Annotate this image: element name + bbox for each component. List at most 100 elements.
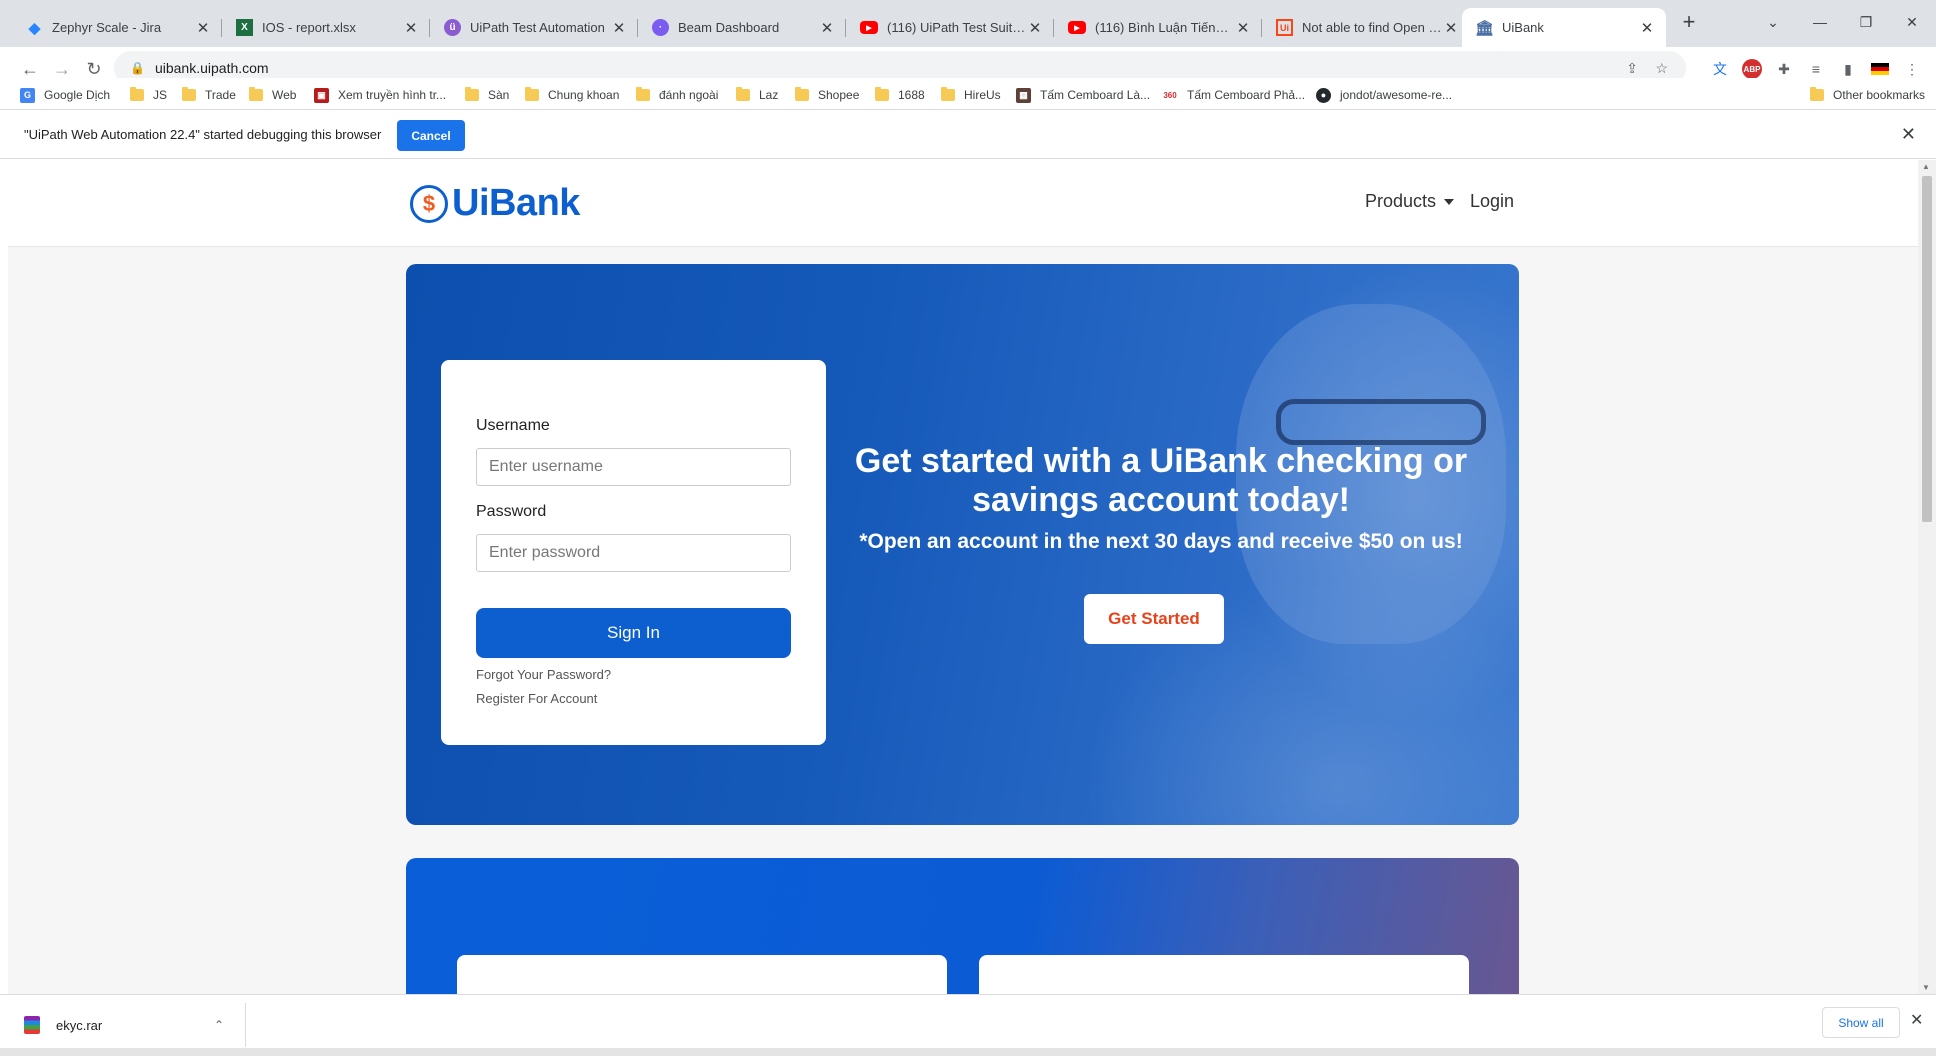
tab-title: UiPath Test Automation: [470, 20, 605, 35]
bank-icon: 🏛: [1474, 19, 1495, 37]
hero-banner: Username Enter username Password Enter p…: [406, 264, 1519, 825]
folder-icon: [182, 87, 196, 101]
nav-login-link[interactable]: Login: [1470, 191, 1514, 212]
folder-icon: [525, 87, 539, 101]
scrollbar-thumb[interactable]: [1922, 176, 1932, 522]
download-item[interactable]: ekyc.rar ⌃: [24, 1005, 244, 1045]
tab-title: IOS - report.xlsx: [262, 20, 356, 35]
bookmark-item[interactable]: ▣ Xem truyền hình tr...: [314, 85, 446, 105]
bookmark-label: Laz: [759, 88, 779, 102]
page-scrollbar[interactable]: ▲ ▼: [1918, 160, 1936, 994]
tab-search-icon[interactable]: ⌄: [1750, 0, 1796, 44]
bookmark-item[interactable]: ● jondot/awesome-re...: [1316, 85, 1452, 105]
bookmark-label: Sàn: [488, 88, 510, 102]
bookmark-label: đánh ngoài: [659, 88, 719, 102]
folder-icon: [1810, 87, 1824, 101]
window-close-button[interactable]: ✕: [1889, 0, 1935, 44]
site-icon: ▦: [1016, 87, 1031, 103]
chevron-up-icon[interactable]: ⌃: [214, 1018, 224, 1032]
username-label: Username: [476, 417, 550, 434]
tv-icon: ▣: [314, 87, 329, 103]
jira-icon: ◆: [28, 19, 41, 37]
youtube-icon: ▶: [860, 21, 878, 34]
promo-section: [406, 858, 1519, 994]
tab-title: (116) Bình Luận Tiếng Việt: [1095, 20, 1234, 35]
browser-tab[interactable]: Ui Not able to find Open bro ✕: [1262, 8, 1470, 47]
bookmark-label: Shopee: [818, 88, 860, 102]
login-card: Username Enter username Password Enter p…: [441, 360, 826, 745]
close-icon[interactable]: ✕: [818, 19, 836, 37]
minimize-button[interactable]: —: [1797, 0, 1843, 44]
show-all-downloads-button[interactable]: Show all: [1822, 1007, 1900, 1038]
bookmark-label: Web: [272, 88, 297, 102]
bookmark-folder[interactable]: Sàn: [465, 85, 509, 105]
close-icon[interactable]: ✕: [1234, 19, 1252, 37]
scroll-down-icon[interactable]: ▼: [1922, 983, 1930, 992]
nav-products-label: Products: [1365, 191, 1437, 211]
tab-title: Beam Dashboard: [678, 20, 780, 35]
uibank-logo[interactable]: $ UiBank: [410, 182, 580, 225]
browser-tab[interactable]: · Beam Dashboard ✕: [638, 8, 846, 47]
browser-tab[interactable]: ◆ Zephyr Scale - Jira ✕: [12, 8, 222, 47]
hero-headline: Get started with a UiBank checking or sa…: [854, 442, 1468, 519]
browser-tab[interactable]: ü UiPath Test Automation ✕: [430, 8, 638, 47]
bookmark-label: jondot/awesome-re...: [1340, 88, 1453, 102]
excel-icon: X: [236, 19, 253, 36]
bookmark-folder[interactable]: đánh ngoài: [636, 85, 718, 105]
browser-tab[interactable]: ▶ (116) UiPath Test Suite: Mc ✕: [846, 8, 1054, 47]
sign-in-button[interactable]: Sign In: [476, 608, 791, 658]
get-started-button[interactable]: Get Started: [1084, 594, 1224, 644]
close-icon[interactable]: ✕: [1638, 19, 1656, 37]
dollar-coin-icon: $: [410, 184, 448, 223]
browser-tab[interactable]: ▶ (116) Bình Luận Tiếng Việt ✕: [1054, 8, 1262, 47]
folder-icon: [736, 87, 750, 101]
close-icon[interactable]: ✕: [610, 19, 628, 37]
hero-photo-detail: [1276, 399, 1486, 445]
close-icon[interactable]: ✕: [1910, 1010, 1923, 1030]
close-icon[interactable]: ✕: [1442, 19, 1460, 37]
bookmark-label: 1688: [898, 88, 925, 102]
bookmark-folder[interactable]: Web: [249, 85, 296, 105]
restore-button[interactable]: ❐: [1843, 0, 1889, 44]
bookmark-label: HireUs: [964, 88, 1001, 102]
products-dropdown[interactable]: Products: [1365, 191, 1455, 212]
hero-subline: *Open an account in the next 30 days and…: [859, 530, 1463, 553]
folder-icon: [941, 87, 955, 101]
close-icon[interactable]: ✕: [402, 19, 420, 37]
uipath-icon: ü: [444, 19, 461, 36]
bookmark-folder[interactable]: JS: [130, 85, 167, 105]
tab-title: Zephyr Scale - Jira: [52, 20, 162, 35]
close-icon[interactable]: ✕: [1901, 124, 1916, 145]
bookmark-folder[interactable]: Laz: [736, 85, 778, 105]
password-input[interactable]: Enter password: [476, 534, 791, 572]
beam-icon: ·: [652, 19, 669, 36]
folder-icon: [249, 87, 263, 101]
bookmark-item[interactable]: 360 Tấm Cemboard Phả...: [1162, 85, 1305, 105]
bookmark-folder[interactable]: Trade: [182, 85, 236, 105]
username-input[interactable]: Enter username: [476, 448, 791, 486]
close-icon[interactable]: ✕: [194, 19, 212, 37]
bookmark-star-icon[interactable]: ☆: [1655, 60, 1668, 77]
browser-tab-strip: ◆ Zephyr Scale - Jira ✕ X IOS - report.x…: [0, 0, 1936, 47]
bookmark-label: Other bookmarks: [1833, 88, 1926, 102]
new-tab-button[interactable]: +: [1666, 0, 1712, 44]
close-icon[interactable]: ✕: [1026, 19, 1044, 37]
share-icon[interactable]: ⇪: [1626, 60, 1638, 77]
caret-down-icon: [1444, 199, 1455, 206]
bookmark-item[interactable]: G Google Dịch: [20, 85, 110, 105]
register-link[interactable]: Register For Account: [476, 691, 597, 706]
cancel-debugging-button[interactable]: Cancel: [397, 120, 465, 151]
bookmark-folder[interactable]: Shopee: [795, 85, 859, 105]
forgot-password-link[interactable]: Forgot Your Password?: [476, 667, 611, 682]
other-bookmarks[interactable]: Other bookmarks: [1810, 85, 1925, 105]
browser-tab-active[interactable]: 🏛 UiBank ✕: [1462, 8, 1666, 47]
translate-icon: G: [20, 87, 35, 103]
bookmark-folder[interactable]: HireUs: [941, 85, 1001, 105]
site-header: $ UiBank Products Login: [8, 160, 1918, 247]
bookmark-label: Chung khoan: [548, 88, 620, 102]
bookmark-folder[interactable]: Chung khoan: [525, 85, 619, 105]
bookmark-folder[interactable]: 1688: [875, 85, 925, 105]
bookmark-item[interactable]: ▦ Tấm Cemboard Là...: [1016, 85, 1150, 105]
browser-tab[interactable]: X IOS - report.xlsx ✕: [222, 8, 430, 47]
scroll-up-icon[interactable]: ▲: [1922, 162, 1930, 171]
